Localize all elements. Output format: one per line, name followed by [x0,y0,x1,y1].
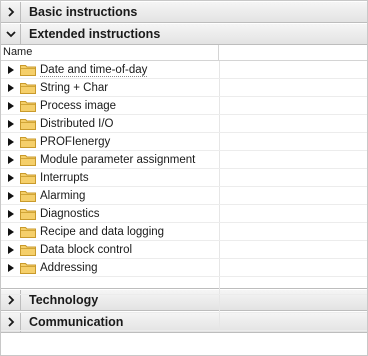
folder-icon [20,100,36,112]
folder-icon [20,118,36,130]
section-extended-instructions[interactable]: Extended instructions [1,23,367,45]
folder-icon [20,64,36,76]
section-title: Basic instructions [29,5,138,19]
triangle-right-icon[interactable] [1,102,20,110]
list-item[interactable]: Alarming [1,187,367,205]
list-item[interactable]: Diagnostics [1,205,367,223]
list-item[interactable]: PROFIenergy [1,133,367,151]
column-divider [219,97,220,115]
folder-icon [20,82,36,94]
triangle-right-icon[interactable] [1,120,20,128]
empty-row [1,313,367,331]
row-divider [1,330,367,331]
column-divider [219,259,220,277]
column-divider [219,169,220,187]
triangle-right-icon[interactable] [1,264,20,272]
chevron-right-icon[interactable] [1,2,21,22]
folder-icon [20,190,36,202]
column-divider [219,223,220,241]
column-divider [219,115,220,133]
folder-icon [20,154,36,166]
list-item-label: Date and time-of-day [40,63,148,77]
triangle-right-icon[interactable] [1,210,20,218]
column-divider [219,241,220,259]
triangle-right-icon[interactable] [1,84,20,92]
list-item-label: Recipe and data logging [40,226,165,238]
extended-instructions-list: Name Date and time-of-day String + Char Pr… [1,45,367,331]
list-item[interactable]: Interrupts [1,169,367,187]
list-item[interactable]: String + Char [1,79,367,97]
list-item[interactable]: Process image [1,97,367,115]
list-item[interactable]: Addressing [1,259,367,277]
list-item-label: Alarming [40,190,86,202]
section-title: Extended instructions [29,27,161,41]
list-item-label: PROFIenergy [40,136,111,148]
column-header: Name [1,45,367,61]
folder-icon [20,172,36,184]
list-item-label: String + Char [40,82,109,94]
column-divider [219,133,220,151]
empty-row [1,277,367,295]
list-item[interactable]: Data block control [1,241,367,259]
triangle-right-icon[interactable] [1,246,20,254]
triangle-right-icon[interactable] [1,174,20,182]
column-divider [219,151,220,169]
list-item-label: Addressing [40,262,98,274]
list-item-label: Module parameter assignment [40,154,196,166]
list-item-label: Process image [40,100,117,112]
triangle-right-icon[interactable] [1,66,20,74]
list-item-label: Interrupts [40,172,89,184]
folder-icon [20,226,36,238]
list-item-label: Distributed I/O [40,118,114,130]
folder-icon [20,244,36,256]
column-header-name[interactable]: Name [1,45,219,60]
triangle-right-icon[interactable] [1,138,20,146]
instructions-task-card: Basic instructions Extended instructions… [0,0,368,356]
list-item[interactable]: Module parameter assignment [1,151,367,169]
column-divider [219,295,220,313]
column-divider [219,187,220,205]
column-divider [219,79,220,97]
column-divider [219,61,220,79]
folder-icon [20,208,36,220]
triangle-right-icon[interactable] [1,192,20,200]
triangle-right-icon[interactable] [1,156,20,164]
column-divider [219,277,220,295]
folder-icon [20,136,36,148]
triangle-right-icon[interactable] [1,228,20,236]
list-item-label: Data block control [40,244,133,256]
column-divider [219,205,220,223]
list-item[interactable]: Date and time-of-day [1,61,367,79]
list-rows: Date and time-of-day String + Char Process… [1,61,367,331]
chevron-down-icon[interactable] [1,24,21,44]
list-item-label: Diagnostics [40,208,100,220]
folder-icon [20,262,36,274]
list-item[interactable]: Distributed I/O [1,115,367,133]
list-item[interactable]: Recipe and data logging [1,223,367,241]
column-divider [219,313,220,331]
section-basic-instructions[interactable]: Basic instructions [1,1,367,23]
empty-row [1,295,367,313]
